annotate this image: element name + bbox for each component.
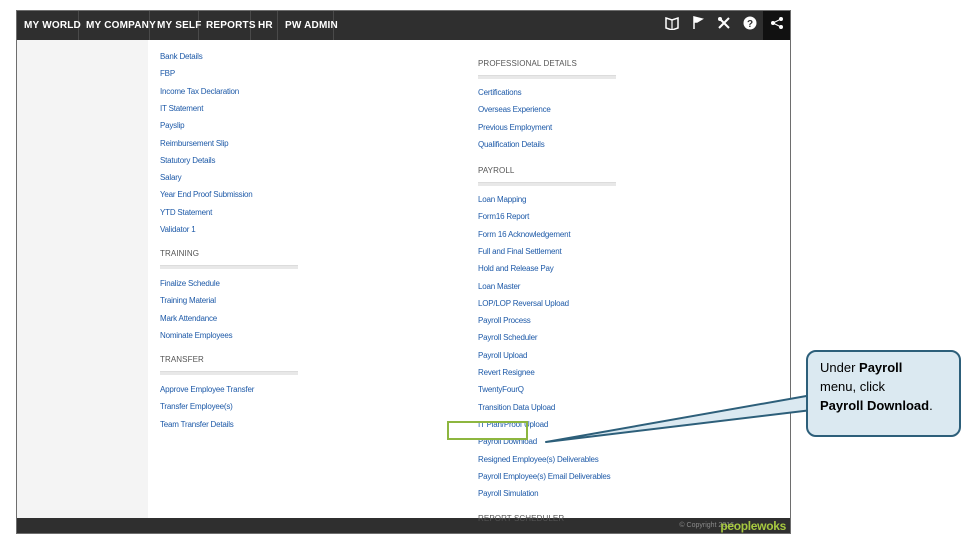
callout-bold-payroll-download: Payroll Download <box>820 398 930 413</box>
callout-text-2: menu, click <box>820 379 886 394</box>
callout-pointer <box>545 394 813 443</box>
callout-text-end: . <box>929 398 933 413</box>
callout-text-1: Under <box>820 360 860 375</box>
instruction-callout: Under Payroll menu, click Payroll Downlo… <box>806 350 961 437</box>
callout-bold-payroll: Payroll <box>859 360 903 375</box>
